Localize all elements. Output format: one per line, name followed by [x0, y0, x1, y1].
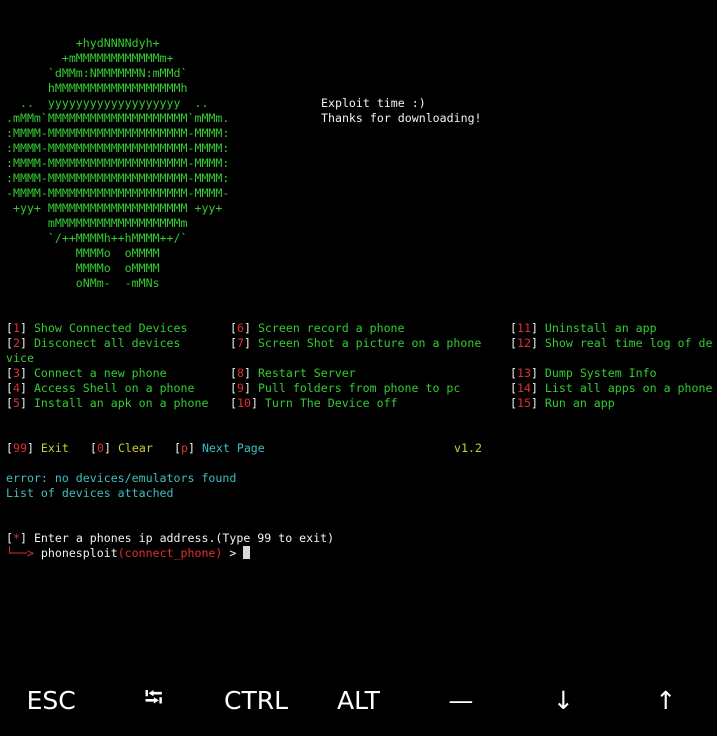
logo-line: +hydNNNNdyh+: [6, 36, 160, 50]
logo-line: +mMMMMMMMMMMMMm+: [6, 51, 174, 65]
logo-line: `/++MMMMh++hMMMM++/`: [6, 231, 188, 245]
menu-item: [15] Run an app: [510, 396, 615, 410]
logo-line: .. yyyyyyyyyyyyyyyyyyy ..: [6, 96, 209, 110]
logo-line: oNMm- -mMNs: [6, 276, 160, 290]
logo-line: :MMMM-MMMMMMMMMMMMMMMMMMMM-MMMM:: [6, 126, 230, 140]
menu-wrap-text: vice: [6, 351, 34, 365]
esc-key[interactable]: ESC: [0, 686, 102, 715]
menu-item: [7] Screen Shot a picture on a phone: [230, 336, 482, 350]
logo-line: -MMMM-MMMMMMMMMMMMMMMMMMMM-MMMM-: [6, 186, 230, 200]
logo-line: `dMMm:NMMMMMMN:mMMd`: [6, 66, 188, 80]
logo-line: MMMMo oMMMM: [6, 261, 160, 275]
logo-line: mMMMMMMMMMMMMMMMMMMm: [6, 216, 188, 230]
menu-item: [9] Pull folders from phone to pc: [230, 381, 461, 395]
greeting-line: Exploit time :): [321, 96, 426, 110]
footer-clear: [0] Clear: [90, 441, 153, 455]
logo-line: .mMMm`MMMMMMMMMMMMMMMMMMMM`mMMm.: [6, 111, 230, 125]
menu-item: [10] Turn The Device off: [230, 396, 398, 410]
menu-item: [12] Show real time log of de: [510, 336, 713, 350]
menu-item: [11] Uninstall an app: [510, 321, 657, 335]
alt-key[interactable]: ALT: [307, 686, 409, 715]
greeting-line: Thanks for downloading!: [321, 111, 482, 125]
menu-item: [13] Dump System Info: [510, 366, 657, 380]
menu-item: [8] Restart Server: [230, 366, 356, 380]
logo-line: +yy+ MMMMMMMMMMMMMMMMMMMM +yy+: [6, 201, 223, 215]
logo-line: hMMMMMMMMMMMMMMMMMMh: [6, 81, 188, 95]
dash-key[interactable]: —: [410, 686, 512, 715]
devices-list-header: List of devices attached: [6, 486, 174, 500]
error-message: error: no devices/emulators found: [6, 471, 237, 485]
menu-item: [4] Access Shell on a phone: [6, 381, 195, 395]
version-label: v1.2: [454, 441, 482, 455]
footer-exit: [99] Exit: [6, 441, 69, 455]
prompt-instruction: [*] Enter a phones ip address.(Type 99 t…: [6, 531, 335, 545]
logo-line: :MMMM-MMMMMMMMMMMMMMMMMMMM-MMMM:: [6, 171, 230, 185]
logo-line: MMMMo oMMMM: [6, 246, 160, 260]
tab-key[interactable]: ⭾: [102, 679, 204, 722]
text-cursor: [243, 546, 251, 559]
extra-keys-bar: ESC ⭾ CTRL ALT — ↓ ↑: [0, 665, 717, 736]
menu-item: [1] Show Connected Devices: [6, 321, 188, 335]
ctrl-key[interactable]: CTRL: [205, 686, 307, 715]
terminal-screen[interactable]: +hydNNNNdyh+ +mMMMMMMMMMMMMm+ `dMMm:NMMM…: [0, 0, 717, 665]
arrow-up-key[interactable]: ↑: [615, 686, 717, 715]
footer-next-page: [p] Next Page: [174, 441, 265, 455]
menu-item: [2] Disconect all devices: [6, 336, 181, 350]
logo-line: :MMMM-MMMMMMMMMMMMMMMMMMMM-MMMM:: [6, 156, 230, 170]
menu-item: [3] Connect a new phone: [6, 366, 167, 380]
arrow-down-key[interactable]: ↓: [512, 686, 614, 715]
menu-item: [6] Screen record a phone: [230, 321, 405, 335]
menu-item: [14] List all apps on a phone: [510, 381, 713, 395]
menu-item: [5] Install an apk on a phone: [6, 396, 209, 410]
command-prompt[interactable]: └──> phonesploit(connect_phone) >: [6, 546, 251, 561]
logo-line: :MMMM-MMMMMMMMMMMMMMMMMMMM-MMMM:: [6, 141, 230, 155]
